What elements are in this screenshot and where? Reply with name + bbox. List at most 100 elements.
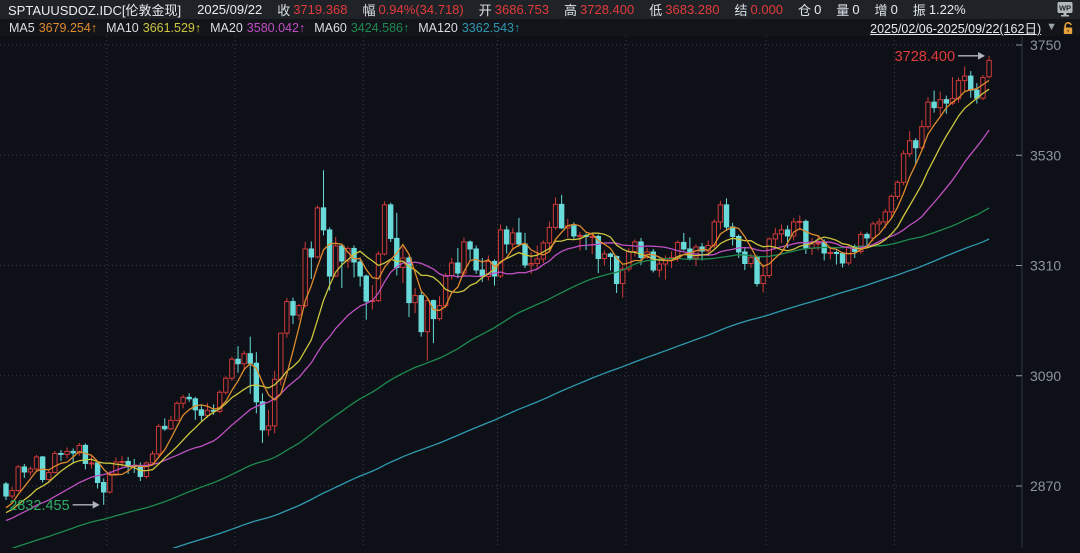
candle-body	[53, 453, 57, 472]
candle-body	[101, 482, 105, 492]
candle-body	[895, 182, 899, 196]
candle-body	[425, 301, 429, 332]
candle-body	[767, 239, 771, 276]
candle-body	[926, 102, 930, 127]
candle-body	[437, 306, 441, 319]
candle-body	[498, 230, 502, 276]
candle-body	[266, 426, 270, 430]
svg-text:WP: WP	[1059, 4, 1071, 13]
candle-body	[907, 141, 911, 154]
candle-body	[4, 484, 8, 496]
candle-body	[230, 359, 234, 378]
candle-body	[199, 410, 203, 416]
candle-body	[193, 399, 197, 410]
y-axis-label: 3310	[1030, 258, 1061, 274]
candle-body	[962, 76, 966, 81]
unlock-icon[interactable]	[1062, 21, 1075, 35]
candle-body	[169, 420, 173, 429]
candle-body	[279, 333, 283, 379]
candle-body	[413, 296, 417, 303]
candle-body	[901, 154, 905, 183]
candle-body	[846, 246, 850, 263]
date-range-selector[interactable]: 2025/02/06-2025/09/22(162日)	[870, 18, 1041, 37]
quote-fields: 收3719.368幅0.94%(34.718)开3686.753高3728.40…	[262, 0, 966, 19]
candle-body	[840, 253, 844, 263]
candle-body	[816, 243, 820, 244]
ma-item: MA103661.529↑	[106, 21, 201, 35]
quote-field: 收3719.368	[277, 0, 347, 19]
candle-body	[614, 256, 618, 283]
candle-body	[150, 454, 154, 463]
candle-body	[28, 469, 32, 472]
candle-body	[34, 457, 38, 469]
candle-body	[285, 302, 289, 334]
candle-body	[779, 230, 783, 234]
candle-body	[126, 461, 130, 465]
candle-body	[553, 204, 557, 227]
quote-field: 振1.22%	[913, 0, 966, 19]
candle-body	[871, 224, 875, 238]
title-bar: SPTAUUSDOZ.IDC[伦敦金现] 2025/09/22 收3719.36…	[0, 0, 1080, 19]
annotation-text: 2832.455	[9, 498, 69, 514]
candle-body	[889, 196, 893, 212]
candle-body	[798, 221, 802, 222]
candle-body	[291, 302, 295, 316]
grid-lines	[0, 36, 1022, 548]
candle-body	[40, 457, 44, 480]
candle-body	[364, 276, 368, 301]
candle-body	[315, 208, 319, 257]
candle-body	[181, 397, 185, 403]
candle-body	[535, 259, 539, 264]
wp-monitor-icon[interactable]: WP	[1056, 1, 1074, 21]
symbol-title: SPTAUUSDOZ.IDC[伦敦金现]	[8, 0, 181, 19]
candle-body	[504, 230, 508, 244]
candlestick-chart[interactable]: 375035303310309028703728.4002832.455	[0, 36, 1080, 548]
candle-body	[559, 204, 563, 228]
candle-body	[10, 491, 14, 497]
y-axis-label: 3090	[1030, 368, 1061, 384]
candle-body	[242, 354, 246, 364]
price-chart-canvas[interactable]: 375035303310309028703728.4002832.455	[0, 36, 1080, 548]
ma-item: MA203580.042↑	[210, 21, 305, 35]
candle-body	[388, 205, 392, 239]
candle-body	[321, 208, 325, 230]
candle-body	[511, 233, 515, 244]
ma-item: MA53679.254↑	[9, 21, 97, 35]
candle-body	[120, 461, 124, 462]
candle-body	[682, 242, 686, 249]
candle-body	[602, 254, 606, 259]
trade-date: 2025/09/22	[197, 2, 262, 17]
candle-body	[865, 234, 869, 238]
quote-field: 幅0.94%(34.718)	[362, 0, 463, 19]
candle-body	[468, 242, 472, 249]
ma-item: MA1203362.543↑	[418, 21, 520, 35]
quote-field: 开3686.753	[479, 0, 549, 19]
candle-body	[236, 359, 240, 364]
candle-body	[517, 233, 521, 244]
candle-body	[761, 276, 765, 284]
candle-body	[89, 463, 93, 464]
candle-body	[248, 354, 252, 364]
candle-body	[65, 451, 69, 454]
y-axis-label: 3530	[1030, 147, 1061, 163]
candle-body	[877, 222, 881, 224]
candle-body	[450, 263, 454, 276]
candle-body	[547, 227, 551, 243]
candle-body	[419, 296, 423, 332]
candle-body	[108, 474, 112, 492]
candle-body	[340, 246, 344, 261]
candle-body	[932, 102, 936, 108]
candle-body	[785, 230, 789, 236]
ma120-line	[6, 239, 989, 548]
y-axis-label: 3750	[1030, 37, 1061, 53]
candle-body	[969, 76, 973, 90]
candle-body	[828, 252, 832, 253]
candle-body	[327, 230, 331, 276]
candle-body	[529, 263, 533, 265]
candle-body	[724, 205, 728, 227]
candle-body	[260, 402, 264, 430]
y-axis-label: 2870	[1030, 478, 1061, 494]
chevron-down-icon[interactable]: ▼	[1046, 22, 1057, 33]
candle-body	[694, 247, 698, 258]
candle-body	[47, 472, 51, 479]
